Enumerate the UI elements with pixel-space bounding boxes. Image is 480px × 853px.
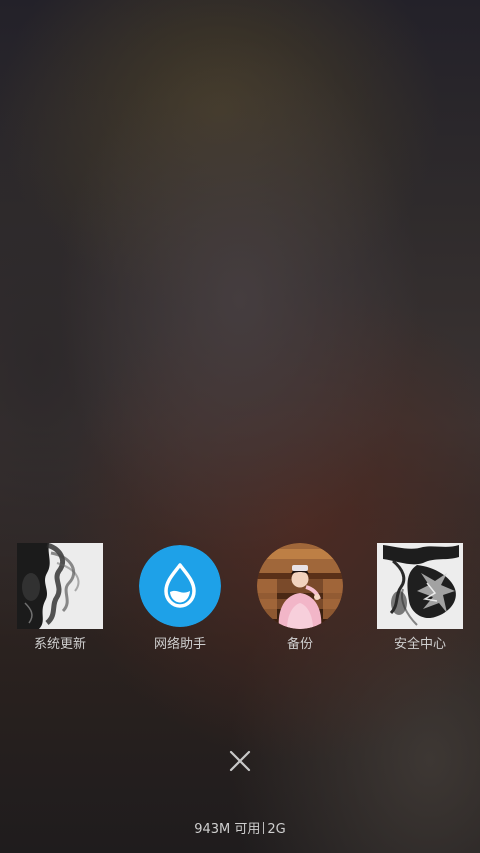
recent-app-network-assistant[interactable]: 网络助手	[120, 543, 240, 658]
memory-separator	[263, 822, 265, 834]
memory-total: 2G	[267, 822, 286, 837]
ink-splash-art-icon	[377, 543, 463, 629]
photo-avatar-icon	[257, 543, 343, 629]
memory-status: 943M 可用 2G	[0, 818, 480, 837]
recent-app-system-update[interactable]: 系统更新	[0, 543, 120, 658]
recent-apps-row: 系统更新 网络助手 备份 安全中心	[0, 543, 480, 658]
memory-available: 943M 可用	[194, 822, 261, 837]
close-icon	[229, 750, 251, 772]
ink-art-wallpaper-icon	[17, 543, 103, 629]
recent-app-label: 备份	[286, 637, 313, 652]
recent-app-label: 网络助手	[153, 637, 206, 652]
recent-app-backup[interactable]: 备份	[240, 543, 360, 658]
water-drop-icon	[139, 545, 221, 627]
recent-app-security-center[interactable]: 安全中心	[360, 543, 480, 658]
close-all-button[interactable]	[226, 747, 254, 775]
recent-app-label: 系统更新	[33, 637, 86, 652]
recent-app-label: 安全中心	[393, 637, 446, 652]
